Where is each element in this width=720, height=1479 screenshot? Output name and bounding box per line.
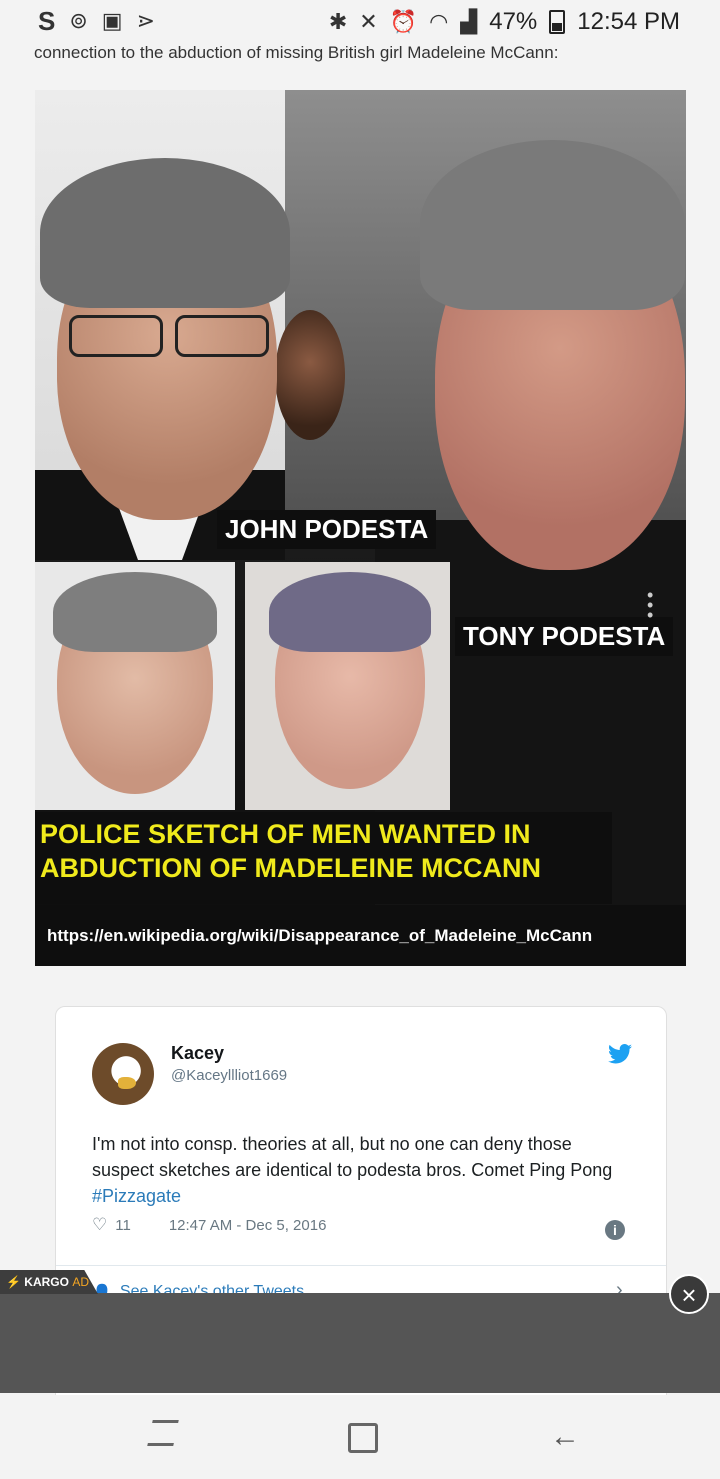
caption-line-1: POLICE SKETCH OF MEN WANTED IN bbox=[40, 819, 531, 849]
home-icon bbox=[348, 1423, 378, 1454]
police-sketch-1 bbox=[35, 562, 235, 810]
alarm-icon: ⏰ bbox=[389, 9, 418, 34]
police-sketch-2 bbox=[245, 562, 450, 810]
image-more-icon: • • • bbox=[647, 585, 654, 625]
sketch-hair bbox=[269, 572, 431, 652]
avatar[interactable] bbox=[92, 1043, 154, 1105]
ad-label: AD bbox=[72, 1275, 89, 1289]
cast-icon: ⋗ bbox=[136, 8, 156, 33]
screen: S ⊚ ▣ ⋗ ✱ ✕ ⏰ ◠ ▟ 47% 12:54 PM connectio… bbox=[0, 0, 720, 1479]
background-person bbox=[275, 310, 345, 440]
home-button[interactable] bbox=[338, 1417, 388, 1457]
john-podesta-hair bbox=[40, 158, 290, 308]
wifi-icon: ◠ bbox=[429, 9, 449, 34]
twitter-bird-icon[interactable] bbox=[608, 1044, 632, 1064]
status-bar: S ⊚ ▣ ⋗ ✱ ✕ ⏰ ◠ ▟ 47% 12:54 PM bbox=[0, 0, 720, 44]
caption-url: https://en.wikipedia.org/wiki/Disappeara… bbox=[35, 905, 686, 966]
battery-percent: 47% bbox=[489, 8, 538, 35]
article-intro-text: connection to the abduction of missing B… bbox=[34, 43, 559, 62]
tweet-author-handle[interactable]: @Kaceyllliot1669 bbox=[171, 1067, 287, 1084]
glasses-lens-right bbox=[175, 315, 269, 357]
glasses bbox=[57, 315, 277, 357]
kargo-ad-tag[interactable]: ⚡ KARGO AD bbox=[0, 1270, 98, 1294]
info-icon[interactable]: i bbox=[605, 1220, 625, 1240]
clock: 12:54 PM bbox=[577, 8, 680, 35]
bolt-icon: ⚡ bbox=[6, 1275, 21, 1289]
tweet-timestamp[interactable]: 12:47 AM - Dec 5, 2016 bbox=[169, 1217, 327, 1234]
signal-icon: ▟ bbox=[460, 9, 478, 34]
sketch-hair bbox=[53, 572, 217, 652]
article-image[interactable]: JOHN PODESTA TONY PODESTA • • • POLICE SKE… bbox=[35, 90, 686, 966]
system-icons: ✱ ✕ ⏰ ◠ ▟ 47% 12:54 PM bbox=[329, 8, 680, 36]
tweet-text: I'm not into consp. theories at all, but… bbox=[92, 1131, 627, 1209]
sync-icon: ⊚ bbox=[69, 8, 88, 33]
app-s-icon: S bbox=[38, 6, 56, 36]
battery-icon bbox=[549, 10, 566, 34]
navigation-bar: ← bbox=[0, 1395, 720, 1479]
tweet-divider bbox=[56, 1265, 666, 1266]
tweet-meta: ♡ 11 12:47 AM - Dec 5, 2016 bbox=[92, 1215, 326, 1235]
embedded-tweet[interactable]: Kacey @Kaceyllliot1669 I'm not into cons… bbox=[55, 1006, 667, 1318]
tweet-body: I'm not into consp. theories at all, but… bbox=[92, 1134, 613, 1180]
bluetooth-icon: ✱ bbox=[328, 9, 348, 34]
heart-icon[interactable]: ♡ bbox=[92, 1215, 107, 1235]
recent-apps-button[interactable] bbox=[138, 1417, 188, 1457]
tony-podesta-hair bbox=[420, 140, 685, 310]
mute-icon: ✕ bbox=[359, 9, 378, 34]
kargo-brand: KARGO bbox=[24, 1275, 69, 1289]
ad-banner[interactable] bbox=[0, 1293, 720, 1393]
recent-apps-icon bbox=[147, 1420, 179, 1446]
glasses-lens-left bbox=[69, 315, 163, 357]
close-ad-button[interactable]: × bbox=[669, 1274, 709, 1314]
label-john-podesta: JOHN PODESTA bbox=[217, 510, 437, 549]
label-tony-podesta: TONY PODESTA bbox=[455, 617, 674, 656]
back-button[interactable]: ← bbox=[540, 1417, 590, 1457]
twitter-bird-svg bbox=[608, 1044, 632, 1064]
notification-icons: S ⊚ ▣ ⋗ bbox=[38, 7, 155, 35]
hashtag-link[interactable]: #Pizzagate bbox=[92, 1186, 181, 1206]
screenshot-icon: ▣ bbox=[101, 8, 123, 33]
tweet-author-name[interactable]: Kacey bbox=[171, 1043, 224, 1064]
back-arrow-icon: ← bbox=[550, 1420, 580, 1453]
caption-line-2: ABDUCTION OF MADELEINE MCCANN bbox=[40, 853, 541, 883]
like-count[interactable]: 11 bbox=[115, 1217, 131, 1234]
caption-police-sketch: POLICE SKETCH OF MEN WANTED IN ABDUCTION… bbox=[35, 812, 612, 904]
